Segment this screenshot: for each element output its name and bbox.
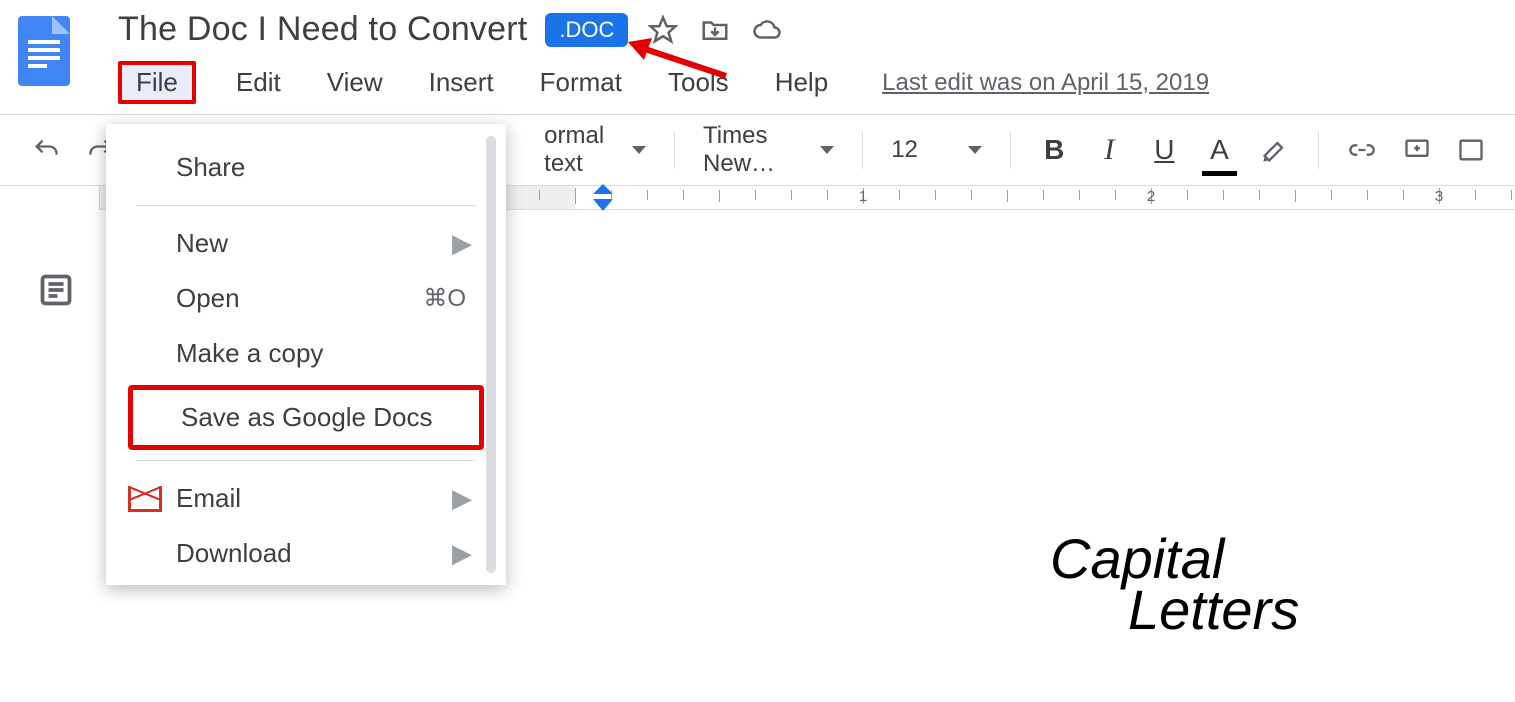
last-edit-link[interactable]: Last edit was on April 15, 2019 <box>882 69 1209 97</box>
font-size-value: 12 <box>891 136 918 164</box>
gmail-icon <box>128 486 162 512</box>
separator <box>1010 131 1011 169</box>
watermark-text: Capital Letters <box>1050 534 1370 636</box>
annotation-highlight-box: Save as Google Docs <box>128 385 484 450</box>
separator <box>1318 131 1319 169</box>
menu-item-new[interactable]: New▶ <box>106 216 506 271</box>
italic-button[interactable]: I <box>1094 130 1125 170</box>
paragraph-style-label: ormal text <box>544 122 620 178</box>
doc-format-badge: .DOC <box>545 13 628 47</box>
menu-help[interactable]: Help <box>769 63 834 102</box>
menu-item-open[interactable]: Open⌘O <box>106 271 506 326</box>
separator <box>862 131 863 169</box>
insert-image-button[interactable] <box>1457 130 1485 170</box>
cloud-status-icon[interactable] <box>750 13 784 47</box>
submenu-arrow-icon: ▶ <box>452 483 472 514</box>
bold-button[interactable]: B <box>1039 130 1070 170</box>
submenu-arrow-icon: ▶ <box>452 538 472 569</box>
annotation-arrow <box>626 36 736 80</box>
menu-item-share[interactable]: Share <box>106 140 506 195</box>
menu-format[interactable]: Format <box>534 63 628 102</box>
menu-file[interactable]: File <box>118 61 196 104</box>
separator <box>674 131 675 169</box>
document-title[interactable]: The Doc I Need to Convert <box>118 10 527 49</box>
left-indent-marker[interactable] <box>593 199 613 211</box>
first-line-indent-marker[interactable] <box>593 184 613 194</box>
undo-button[interactable] <box>30 130 61 170</box>
highlight-color-button[interactable] <box>1259 130 1290 170</box>
font-family-label: Times New… <box>703 122 808 178</box>
menu-divider <box>136 460 476 461</box>
font-size-dropdown[interactable]: 12 <box>891 136 982 164</box>
menu-insert[interactable]: Insert <box>423 63 500 102</box>
menu-item-download[interactable]: Download▶ <box>106 526 506 581</box>
menu-edit[interactable]: Edit <box>230 63 287 102</box>
menu-item-make-copy[interactable]: Make a copy <box>106 326 506 381</box>
menu-divider <box>136 205 476 206</box>
document-outline-icon[interactable] <box>38 272 78 312</box>
menu-view[interactable]: View <box>321 63 389 102</box>
menu-item-email[interactable]: Email▶ <box>106 471 506 526</box>
submenu-arrow-icon: ▶ <box>452 228 472 259</box>
paragraph-style-dropdown[interactable]: ormal text <box>544 122 646 178</box>
underline-button[interactable]: U <box>1149 130 1180 170</box>
google-docs-logo[interactable] <box>18 16 70 86</box>
shortcut-label: ⌘O <box>423 284 466 313</box>
insert-link-button[interactable] <box>1347 130 1378 170</box>
text-color-button[interactable]: A <box>1204 130 1235 170</box>
file-menu-dropdown: Share New▶ Open⌘O Make a copy Save as Go… <box>106 124 506 585</box>
menu-item-save-as-google-docs[interactable]: Save as Google Docs <box>133 390 479 445</box>
font-family-dropdown[interactable]: Times New… <box>703 122 834 178</box>
add-comment-button[interactable] <box>1402 130 1433 170</box>
